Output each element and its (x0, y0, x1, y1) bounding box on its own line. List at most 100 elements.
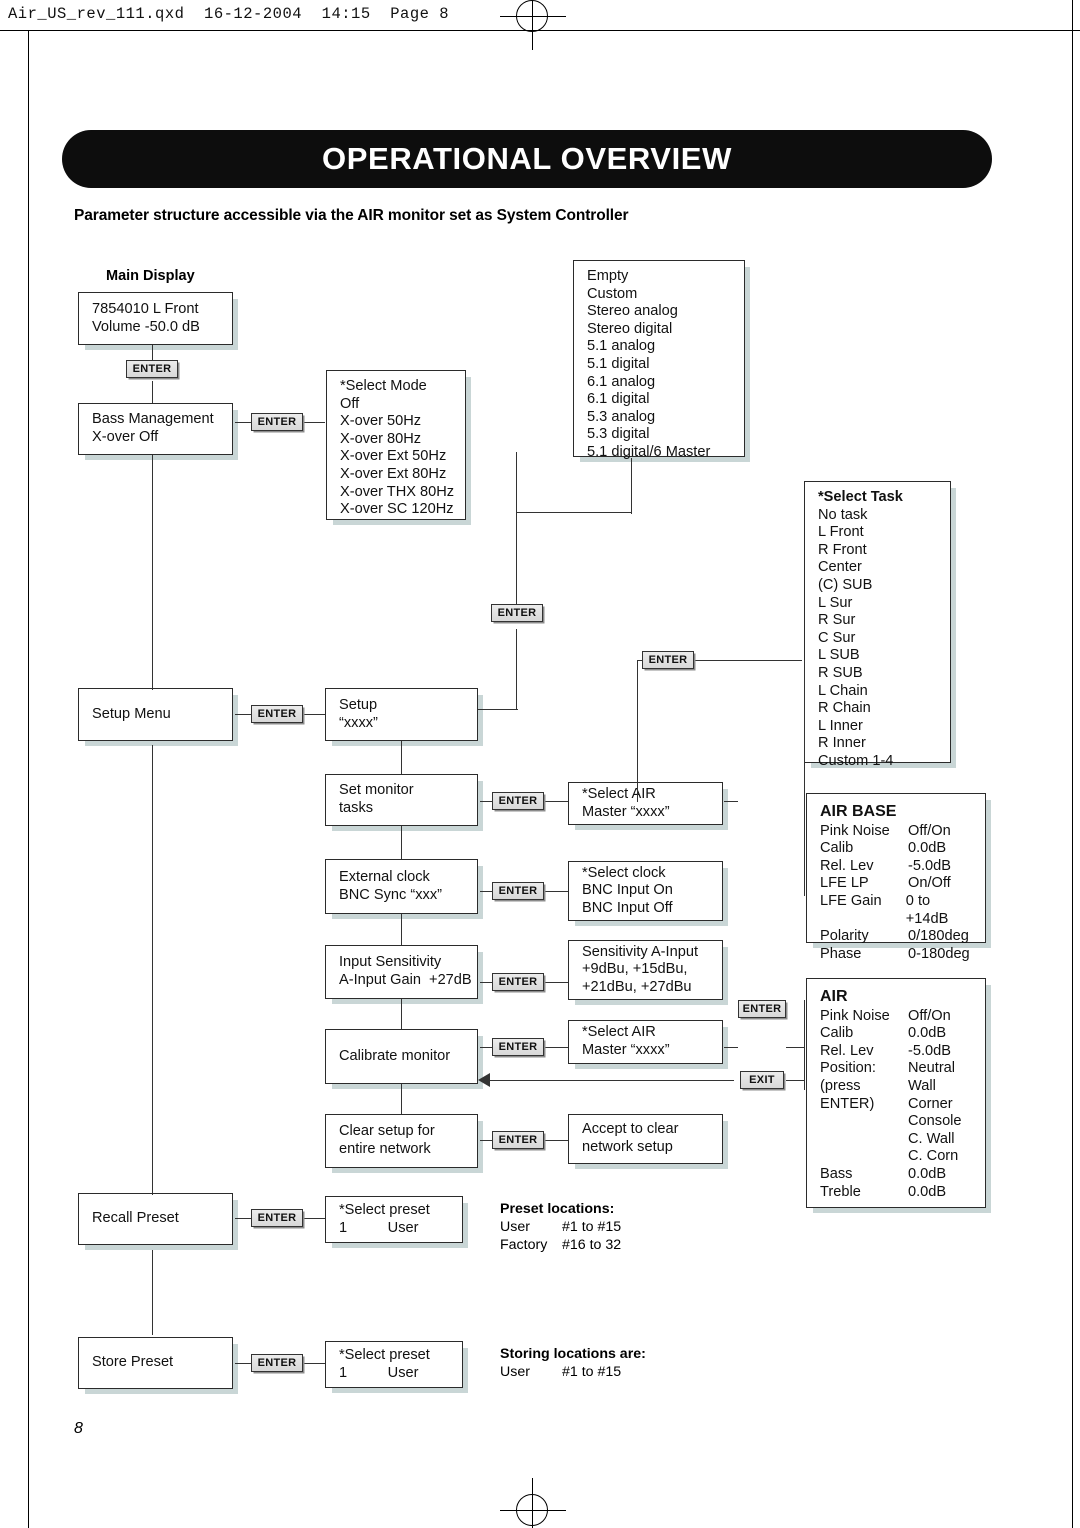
node-line: Off (340, 395, 360, 412)
legend-value: #16 to 32 (562, 1237, 622, 1253)
air-base-value: 0.0dB (908, 840, 947, 857)
air-value: Console (908, 1113, 962, 1130)
node-line: Master “xxxx” (582, 1042, 670, 1058)
connector-right-spine-upper (804, 660, 806, 896)
node-line: 5.3 digital (587, 426, 650, 443)
legend-title: Storing locations are: (500, 1346, 646, 1362)
node-store-preset[interactable]: Store Preset (78, 1337, 233, 1389)
node-line: Center (818, 559, 862, 576)
key-enter-bass-management[interactable]: ENTER (251, 413, 303, 431)
key-enter-calibrate-monitor[interactable]: ENTER (492, 1038, 544, 1056)
node-air-base[interactable]: AIR BASE Pink Noise Off/On Calib 0.0dB Rel… (806, 793, 986, 962)
node-line: C Sur (818, 629, 856, 646)
connector-enter-setup (516, 629, 518, 710)
node-line: L Front (818, 524, 864, 541)
node-recall-preset[interactable]: Recall Preset (78, 1193, 233, 1245)
key-enter-input-sensitivity[interactable]: ENTER (492, 973, 544, 991)
node-line: Recall Preset (92, 1210, 179, 1227)
connector-enter-selectpreset2 (303, 1363, 325, 1365)
node-external-clock[interactable]: External clock BNC Sync “xxx” (325, 859, 478, 914)
node-calibrate-monitor[interactable]: Calibrate monitor (325, 1029, 478, 1084)
node-line: Clear setup for (339, 1123, 435, 1140)
node-line: A-Input Gain +27dB (339, 972, 472, 988)
node-mode-list[interactable]: Empty Custom Stereo analog Stereo digita… (573, 260, 745, 460)
node-line: Custom 1-4 (818, 752, 894, 769)
key-enter-set-monitor-tasks[interactable]: ENTER (492, 792, 544, 810)
air-param: Treble (820, 1183, 861, 1200)
air-heading: AIR (820, 988, 848, 1005)
node-main-display[interactable]: 7854010 L Front Volume -50.0 dB (78, 292, 233, 345)
air-value: 0.0dB (908, 1025, 947, 1042)
air-value: C. Corn (908, 1148, 959, 1165)
node-select-preset-recall[interactable]: *Select preset 1 User (325, 1196, 463, 1243)
node-set-monitor-tasks[interactable]: Set monitor tasks (325, 774, 478, 826)
connector-store-enter-left (235, 1363, 251, 1365)
connector-extclock-enter-left (480, 891, 492, 893)
node-line: Volume -50.0 dB (92, 318, 200, 335)
node-select-mode[interactable]: *Select Mode Off X-over 50Hz X-over 80Hz… (326, 370, 466, 520)
node-select-air-master-2[interactable]: *Select AIR Master “xxxx” (568, 1020, 723, 1064)
node-line: L Sur (818, 594, 853, 611)
air-value: Corner (908, 1095, 953, 1112)
key-enter-select-mode-list[interactable]: ENTER (491, 604, 543, 622)
air-base-heading: AIR BASE (820, 803, 897, 820)
key-exit-air[interactable]: EXIT (740, 1071, 784, 1089)
node-line: Setup Menu (92, 705, 171, 722)
air-param: Calib (820, 1025, 854, 1042)
key-enter-recall-preset[interactable]: ENTER (251, 1209, 303, 1227)
air-base-param: Calib (820, 840, 854, 857)
air-param (820, 1131, 908, 1149)
node-line: Stereo analog (587, 303, 678, 320)
connector-setmonitor-enter-left (480, 801, 492, 803)
key-enter-select-task[interactable]: ENTER (642, 651, 694, 669)
node-setup-menu[interactable]: Setup Menu (78, 688, 233, 741)
air-param (820, 1113, 908, 1131)
node-line: BNC Input On (582, 882, 673, 899)
air-base-value: 0/180deg (908, 928, 969, 945)
node-line: X-over Ext 80Hz (340, 465, 447, 482)
air-value: 0.0dB (908, 1183, 947, 1200)
node-line: 6.1 digital (587, 391, 650, 408)
connector-modelist-elbow-v (631, 458, 633, 514)
connector-enter-setupbox (303, 714, 325, 716)
air-value: Wall (908, 1077, 936, 1094)
node-line: Accept to clear (582, 1121, 679, 1138)
page-subtitle: Parameter structure accessible via the A… (74, 207, 629, 224)
connector-setmonitor-extclock (401, 826, 403, 859)
connector-enter-sensvalues (544, 982, 568, 984)
node-line: L SUB (818, 647, 860, 664)
node-select-clock[interactable]: *Select clock BNC Input On BNC Input Off (568, 861, 723, 921)
key-enter-air[interactable]: ENTER (738, 1000, 786, 1018)
air-base-param: Rel. Lev (820, 857, 874, 874)
key-enter-main-display[interactable]: ENTER (126, 360, 178, 378)
node-line: Setup (339, 696, 378, 713)
node-accept-clear[interactable]: Accept to clear network setup (568, 1114, 723, 1164)
node-line: tasks (339, 800, 374, 816)
node-air[interactable]: AIR Pink Noise Off/On Calib 0.0dB Rel. Lev… (806, 978, 986, 1208)
connector-enter-airbox (786, 1047, 804, 1049)
node-sensitivity-values[interactable]: Sensitivity A-Input +9dBu, +15dBu, +21dB… (568, 940, 723, 1000)
node-line: X-over 80Hz (340, 430, 422, 447)
key-enter-external-clock[interactable]: ENTER (492, 882, 544, 900)
key-enter-setup-menu[interactable]: ENTER (251, 705, 303, 723)
node-line: *Select preset (339, 1201, 430, 1218)
connector-setupmenu-recall (152, 745, 154, 1195)
node-select-task[interactable]: *Select Task No task L Front R Front Cen… (804, 481, 951, 769)
node-select-preset-store[interactable]: *Select preset 1 User (325, 1341, 463, 1388)
node-bass-management[interactable]: Bass Management X-over Off (78, 403, 233, 455)
node-select-air-master-1[interactable]: *Select AIR Master “xxxx” (568, 782, 723, 825)
legend-value: #1 to #15 (562, 1364, 622, 1380)
node-input-sensitivity[interactable]: Input Sensitivity A-Input Gain +27dB (325, 945, 478, 999)
node-clear-setup[interactable]: Clear setup for entire network (325, 1114, 478, 1168)
air-base-value: 0-180deg (908, 945, 970, 962)
connector-enter-bass (152, 381, 154, 403)
air-base-param: Polarity (820, 928, 869, 945)
connector-exit-arrowhead (478, 1073, 490, 1087)
key-enter-clear-setup[interactable]: ENTER (492, 1131, 544, 1149)
key-enter-store-preset[interactable]: ENTER (251, 1354, 303, 1372)
legend-value: #1 to #15 (562, 1219, 622, 1235)
legend-title: Preset locations: (500, 1201, 615, 1217)
node-line: R Chain (818, 700, 871, 717)
node-line: “xxxx” (339, 714, 378, 731)
node-setup[interactable]: Setup “xxxx” (325, 688, 478, 741)
